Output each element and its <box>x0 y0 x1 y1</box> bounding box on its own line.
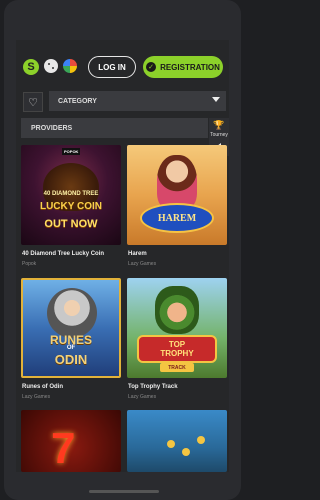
registration-button[interactable]: ✓ REGISTRATION <box>143 56 223 78</box>
art-symbol: 7 <box>51 424 76 472</box>
art-text: 40 DIAMOND TREE <box>43 191 99 197</box>
game-card[interactable]: RUNES OF ODIN Runes of Odin Lazy Games <box>21 278 121 400</box>
game-card[interactable]: 7 <box>21 410 121 472</box>
coin-art <box>197 436 205 444</box>
tourney-label: Tourney <box>210 132 228 138</box>
game-provider: Lazy Games <box>128 261 157 267</box>
check-icon: ✓ <box>146 62 157 72</box>
provider-badge: POPOK <box>62 148 81 155</box>
providers-label: PROVIDERS <box>31 124 73 132</box>
game-card[interactable]: POPOK 40 DIAMOND TREE LUCKY COIN OUT NOW… <box>21 145 121 267</box>
game-title[interactable]: Harem <box>128 251 227 257</box>
category-dropdown[interactable]: CATEGORY <box>49 91 226 111</box>
top-bar: S LOG IN ✓ REGISTRATION <box>16 48 229 86</box>
registration-label: REGISTRATION <box>160 62 220 72</box>
coin-art <box>167 440 175 448</box>
game-thumbnail[interactable]: POPOK 40 DIAMOND TREE LUCKY COIN OUT NOW <box>21 145 121 245</box>
favorites-heart-icon[interactable]: ♡ <box>23 92 43 112</box>
category-label: CATEGORY <box>58 97 97 105</box>
game-thumbnail[interactable]: TOP TROPHY TRACK <box>127 278 227 378</box>
art-text: TROPHY <box>160 349 194 358</box>
art-text: OF <box>66 345 76 351</box>
login-button[interactable]: LOG IN <box>88 56 136 78</box>
game-title[interactable]: Top Trophy Track <box>128 384 227 390</box>
art-banner: TOP TROPHY <box>137 335 217 363</box>
art-text: LUCKY COIN <box>39 201 103 212</box>
chevron-down-icon <box>212 97 220 102</box>
logo-letter: S <box>27 61 35 73</box>
phone-frame: S LOG IN ✓ REGISTRATION ♡ CATEGORY PROVI… <box>4 0 241 500</box>
game-card[interactable]: TOP TROPHY TRACK Top Trophy Track Lazy G… <box>127 278 227 400</box>
game-provider: Lazy Games <box>128 394 157 400</box>
art-text: ODIN <box>54 352 88 367</box>
art-text: TOP <box>168 340 186 349</box>
art-text: TRACK <box>160 363 194 372</box>
app-screen: S LOG IN ✓ REGISTRATION ♡ CATEGORY PROVI… <box>16 40 229 472</box>
dice-icon[interactable] <box>44 59 58 73</box>
trophy-icon: 🏆 <box>213 120 225 130</box>
home-indicator <box>89 490 159 493</box>
game-title[interactable]: 40 Diamond Tree Lucky Coin <box>22 251 121 257</box>
game-card[interactable] <box>127 410 227 472</box>
wheel-icon[interactable] <box>63 59 77 73</box>
game-thumbnail[interactable]: HAREM <box>127 145 227 245</box>
game-thumbnail[interactable]: RUNES OF ODIN <box>21 278 121 378</box>
brand-logo[interactable]: S <box>23 59 39 75</box>
providers-dropdown[interactable]: PROVIDERS <box>21 118 208 138</box>
game-provider: Popok <box>22 261 37 267</box>
character-art <box>47 288 97 338</box>
game-card[interactable]: HAREM Harem Lazy Games <box>127 145 227 267</box>
game-provider: Lazy Games <box>22 394 51 400</box>
character-art <box>157 155 197 210</box>
character-art <box>155 286 199 334</box>
art-text: OUT NOW <box>44 218 98 230</box>
art-logo: HAREM <box>140 203 214 233</box>
game-thumbnail[interactable]: 7 <box>21 410 121 472</box>
coin-art <box>182 448 190 456</box>
game-thumbnail[interactable] <box>127 410 227 472</box>
game-title[interactable]: Runes of Odin <box>22 384 121 390</box>
